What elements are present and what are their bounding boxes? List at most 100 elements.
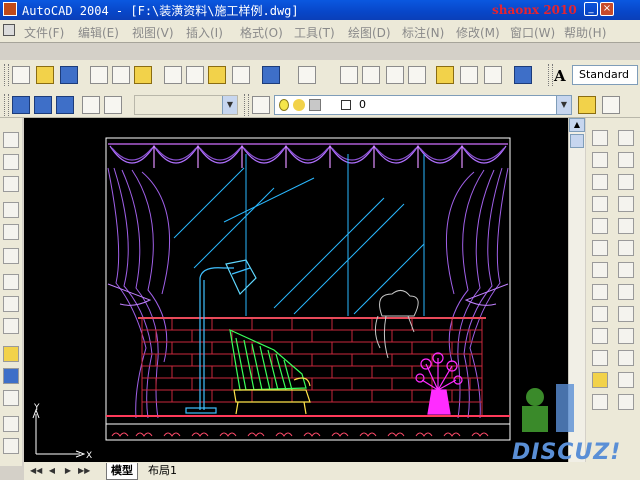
menu-view[interactable]: 视图(V) <box>132 24 174 41</box>
menu-insert[interactable]: 插入(I) <box>186 24 223 41</box>
extend-icon[interactable] <box>618 350 634 366</box>
tolerance-icon[interactable] <box>3 368 19 384</box>
insert-block-icon[interactable] <box>592 372 608 388</box>
spline-icon[interactable] <box>592 306 608 322</box>
menu-edit[interactable]: 编辑(E) <box>78 24 119 41</box>
toolbar-grip[interactable] <box>4 94 9 116</box>
move-icon[interactable] <box>618 240 634 256</box>
open-file-icon[interactable] <box>36 66 54 84</box>
aligned-dimension-icon[interactable] <box>3 154 19 170</box>
layer-manager-icon[interactable] <box>252 96 270 114</box>
polyline-icon[interactable] <box>592 174 608 190</box>
rectangle-icon[interactable] <box>592 218 608 234</box>
autocad-app-icon[interactable] <box>3 2 17 16</box>
zoom-realtime-icon[interactable] <box>362 66 380 84</box>
toolbar-grip[interactable] <box>244 94 249 116</box>
menu-file[interactable]: 文件(F) <box>24 24 64 41</box>
viewport-scale-combo[interactable]: ▼ <box>134 95 238 115</box>
toolbar-grip[interactable] <box>548 64 553 86</box>
print-icon[interactable] <box>90 66 108 84</box>
ellipse-arc-icon[interactable] <box>592 350 608 366</box>
tab-layout1[interactable]: 布局1 <box>144 463 181 479</box>
tab-model[interactable]: 模型 <box>106 463 138 480</box>
match-properties-icon[interactable] <box>232 66 250 84</box>
tool-palettes-icon[interactable] <box>484 66 502 84</box>
array-icon[interactable] <box>618 218 634 234</box>
zoom-window-icon[interactable] <box>386 66 404 84</box>
continue-dimension-icon[interactable] <box>3 318 19 334</box>
viewport-layout-icon[interactable] <box>104 96 122 114</box>
dimension-edit-icon[interactable] <box>3 416 19 432</box>
menu-modify[interactable]: 修改(M) <box>456 24 500 41</box>
erase-icon[interactable] <box>618 130 634 146</box>
menu-draw[interactable]: 绘图(D) <box>348 24 391 41</box>
publish-icon[interactable] <box>134 66 152 84</box>
menu-tools[interactable]: 工具(T) <box>294 24 335 41</box>
dimension-text-edit-icon[interactable] <box>3 438 19 454</box>
offset-icon[interactable] <box>618 196 634 212</box>
help-icon[interactable] <box>514 66 532 84</box>
pan-icon[interactable] <box>340 66 358 84</box>
viewport-clip-icon[interactable] <box>56 96 74 114</box>
ordinate-dimension-icon[interactable] <box>3 176 19 192</box>
line-icon[interactable] <box>592 130 608 146</box>
last-tab-icon[interactable]: ▶▶ <box>78 465 90 477</box>
stretch-icon[interactable] <box>618 306 634 322</box>
zoom-previous-icon[interactable] <box>408 66 426 84</box>
linear-dimension-icon[interactable] <box>3 132 19 148</box>
copy-object-icon[interactable] <box>618 152 634 168</box>
text-style-combo[interactable]: Standard <box>572 65 638 85</box>
cut-icon[interactable] <box>164 66 182 84</box>
viewport-scale-icon[interactable] <box>82 96 100 114</box>
ellipse-icon[interactable] <box>592 328 608 344</box>
quick-dimension-icon[interactable] <box>3 274 19 290</box>
mirror-icon[interactable] <box>618 174 634 190</box>
first-tab-icon[interactable]: ◀◀ <box>30 465 42 477</box>
viewport-icon[interactable] <box>34 96 52 114</box>
view-icon[interactable] <box>12 96 30 114</box>
scroll-up-icon[interactable]: ▲ <box>569 118 585 132</box>
menu-format[interactable]: 格式(O) <box>240 24 283 41</box>
next-tab-icon[interactable]: ▶ <box>62 465 74 477</box>
baseline-dimension-icon[interactable] <box>3 296 19 312</box>
save-icon[interactable] <box>60 66 78 84</box>
scale-icon[interactable] <box>618 284 634 300</box>
design-center-icon[interactable] <box>460 66 478 84</box>
undo-icon[interactable] <box>262 66 280 84</box>
drawing-canvas[interactable]: Y X <box>24 118 568 462</box>
layer-previous-icon[interactable] <box>602 96 620 114</box>
previous-tab-icon[interactable]: ◀ <box>46 465 58 477</box>
redo-icon[interactable] <box>298 66 316 84</box>
polygon-icon[interactable] <box>592 196 608 212</box>
new-file-icon[interactable] <box>12 66 30 84</box>
minimize-button[interactable]: _ <box>584 2 598 16</box>
rotate-icon[interactable] <box>618 262 634 278</box>
make-block-icon[interactable] <box>592 394 608 410</box>
layer-combo[interactable]: 0 ▼ <box>274 95 572 115</box>
break-icon[interactable] <box>618 372 634 388</box>
copy-icon[interactable] <box>186 66 204 84</box>
circle-icon[interactable] <box>592 262 608 278</box>
arc-icon[interactable] <box>592 240 608 256</box>
trim-icon[interactable] <box>618 328 634 344</box>
document-icon[interactable] <box>3 24 15 36</box>
radius-dimension-icon[interactable] <box>3 202 19 218</box>
revision-cloud-icon[interactable] <box>592 284 608 300</box>
print-preview-icon[interactable] <box>112 66 130 84</box>
text-style-icon[interactable]: A <box>554 67 566 85</box>
properties-icon[interactable] <box>436 66 454 84</box>
close-button[interactable]: × <box>600 2 614 16</box>
chamfer-icon[interactable] <box>618 394 634 410</box>
toolbar-grip[interactable] <box>4 64 9 86</box>
diameter-dimension-icon[interactable] <box>3 224 19 240</box>
construction-line-icon[interactable] <box>592 152 608 168</box>
menu-dimension[interactable]: 标注(N) <box>402 24 444 41</box>
scroll-thumb[interactable] <box>570 134 584 148</box>
center-mark-icon[interactable] <box>3 390 19 406</box>
quick-leader-icon[interactable] <box>3 346 19 362</box>
menu-window[interactable]: 窗口(W) <box>510 24 555 41</box>
menu-help[interactable]: 帮助(H) <box>564 24 606 41</box>
make-object-layer-current-icon[interactable] <box>578 96 596 114</box>
paste-icon[interactable] <box>208 66 226 84</box>
angular-dimension-icon[interactable] <box>3 248 19 264</box>
